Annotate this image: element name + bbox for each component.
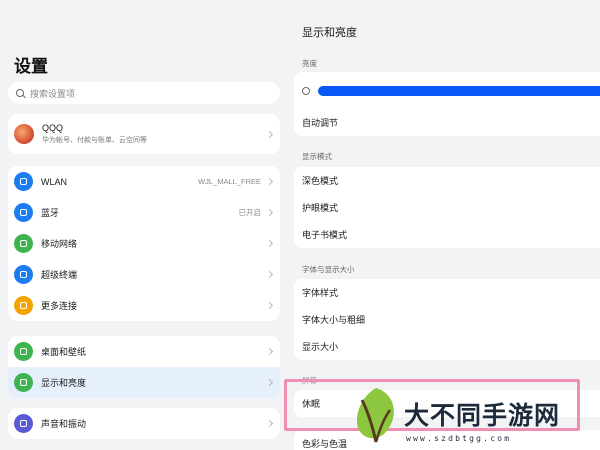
sound-icon — [14, 414, 33, 433]
more-connections-icon — [14, 296, 33, 315]
account-subtitle: 华为帐号、付款与账单、云空间等 — [42, 137, 147, 144]
brightness-slider[interactable] — [318, 85, 600, 96]
panel-title: 显示和亮度 — [302, 27, 357, 39]
display-card: 桌面和壁纸 显示和亮度 — [8, 336, 280, 398]
ebook-mode-row[interactable]: 电子书模式 — [294, 221, 600, 248]
search-input[interactable]: 搜索设置项 — [8, 82, 280, 104]
sidebar-item-super-device[interactable]: 超级终端 — [8, 259, 280, 290]
sidebar-item-label: 显示和亮度 — [41, 378, 87, 388]
connections-card: WLAN WJL_MALL_FREE 蓝牙 已开启 移动网络 超级终端 更多连接 — [8, 166, 280, 321]
sidebar-item-label: 超级终端 — [41, 270, 78, 280]
account-card[interactable]: QQQ 华为帐号、付款与账单、云空间等 — [8, 114, 280, 154]
chevron-right-icon — [265, 130, 274, 138]
brightness-row — [294, 72, 600, 109]
font-size-row[interactable]: 字体大小与粗细 — [294, 306, 600, 333]
wallpaper-icon — [14, 342, 33, 361]
chevron-right-icon — [265, 301, 274, 310]
settings-sidebar: 设置 搜索设置项 QQQ 华为帐号、付款与账单、云空间等 WLAN WJL_MA… — [0, 0, 288, 450]
sidebar-item-label: WLAN — [41, 176, 68, 187]
leaf-logo-icon — [356, 388, 394, 443]
bluetooth-icon — [14, 203, 33, 222]
account-name: QQQ — [42, 123, 64, 133]
display-mode-card: 深色模式 护眼模式 电子书模式 — [294, 167, 600, 248]
avatar — [14, 124, 34, 144]
watermark: 大不同手游网 www.szdbtgg.com — [350, 384, 600, 450]
mobile-network-icon — [14, 234, 33, 253]
font-card: 字体样式 字体大小与粗细 显示大小 — [294, 279, 600, 360]
section-font: 字体与显示大小 — [302, 265, 355, 274]
sidebar-item-label: 声音和振动 — [41, 419, 87, 429]
sidebar-item-wlan[interactable]: WLAN WJL_MALL_FREE — [8, 166, 280, 197]
section-display-mode: 显示模式 — [302, 152, 332, 161]
sidebar-item-label: 桌面和壁纸 — [41, 347, 87, 357]
super-device-icon — [14, 265, 33, 284]
auto-brightness-row[interactable]: 自动调节 — [294, 109, 600, 136]
sidebar-item-display[interactable]: 显示和亮度 — [8, 367, 280, 398]
chevron-right-icon — [265, 419, 274, 428]
search-placeholder: 搜索设置项 — [30, 88, 76, 99]
sidebar-item-sound[interactable]: 声音和振动 — [8, 408, 280, 439]
page-title: 设置 — [14, 57, 48, 76]
sidebar-item-more-connections[interactable]: 更多连接 — [8, 290, 280, 321]
search-icon — [16, 89, 24, 97]
dark-mode-row[interactable]: 深色模式 — [294, 167, 600, 194]
watermark-url: www.szdbtgg.com — [406, 434, 512, 443]
sidebar-item-label: 蓝牙 — [41, 208, 60, 218]
brightness-card: 自动调节 — [294, 72, 600, 136]
eye-comfort-row[interactable]: 护眼模式 — [294, 194, 600, 221]
chevron-right-icon — [265, 208, 274, 217]
chevron-right-icon — [265, 177, 274, 186]
chevron-right-icon — [265, 270, 274, 279]
sound-card: 声音和振动 — [8, 408, 280, 439]
font-style-row[interactable]: 字体样式 — [294, 279, 600, 306]
display-icon — [14, 373, 33, 392]
display-size-row[interactable]: 显示大小 — [294, 333, 600, 360]
sidebar-item-label: 更多连接 — [41, 301, 78, 311]
account-row[interactable]: QQQ 华为帐号、付款与账单、云空间等 — [8, 114, 280, 154]
watermark-text: 大不同手游网 — [404, 401, 561, 430]
bluetooth-value: 已开启 — [238, 208, 262, 217]
sidebar-item-wallpaper[interactable]: 桌面和壁纸 — [8, 336, 280, 367]
chevron-right-icon — [265, 347, 274, 356]
chevron-right-icon — [265, 378, 274, 387]
wlan-value: WJL_MALL_FREE — [198, 177, 261, 186]
sidebar-item-bluetooth[interactable]: 蓝牙 已开启 — [8, 197, 280, 228]
sidebar-item-label: 移动网络 — [41, 239, 78, 249]
sun-icon — [302, 86, 310, 95]
sidebar-item-mobile-network[interactable]: 移动网络 — [8, 228, 280, 259]
chevron-right-icon — [265, 239, 274, 248]
section-brightness: 亮度 — [302, 59, 317, 68]
wifi-icon — [14, 172, 33, 191]
